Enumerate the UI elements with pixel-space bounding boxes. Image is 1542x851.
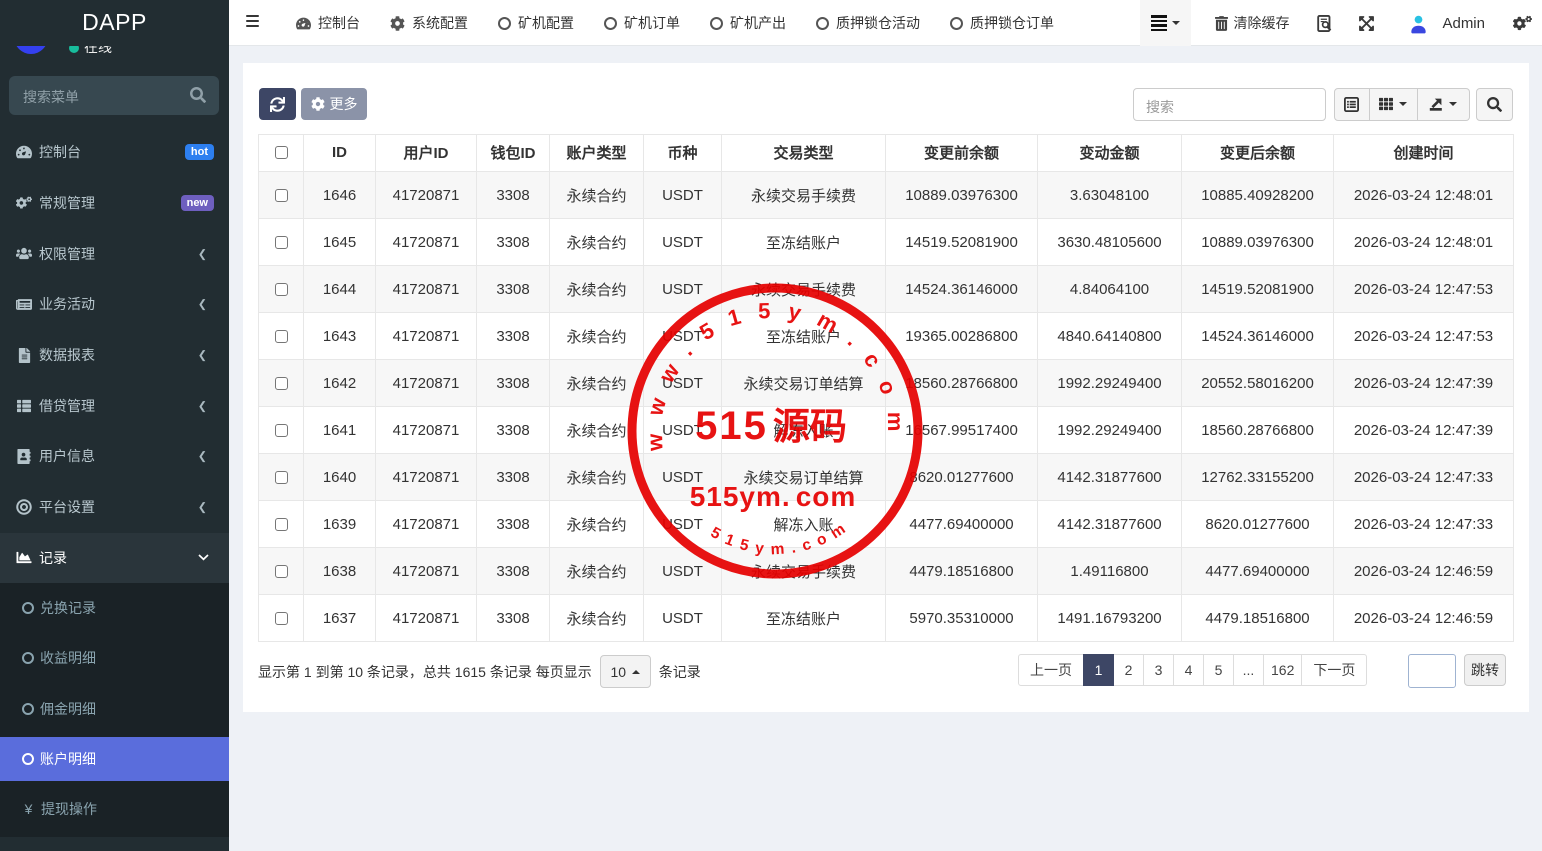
svg-text:515ym.com: 515ym.com xyxy=(708,516,855,558)
svg-text:515ym.com: 515ym.com xyxy=(690,481,857,512)
svg-text:515源码: 515源码 xyxy=(695,404,847,448)
